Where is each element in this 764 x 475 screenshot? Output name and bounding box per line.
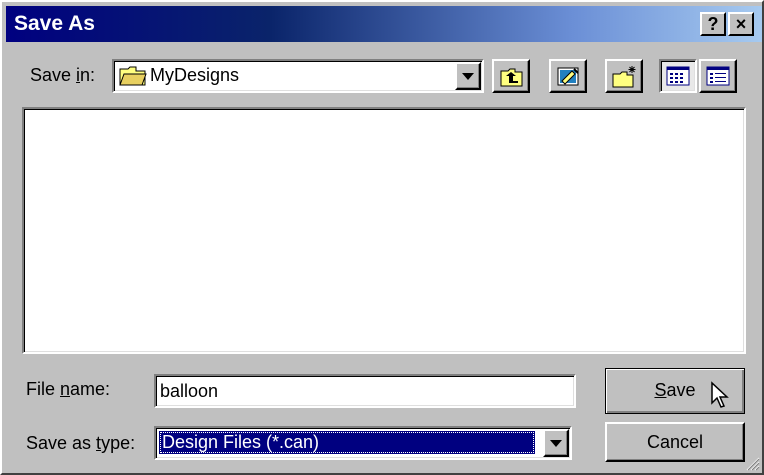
- go-to-desktop-icon: [557, 67, 579, 86]
- list-view-button[interactable]: [659, 59, 697, 93]
- close-icon: ×: [735, 14, 747, 34]
- save-as-type-label: Save as type:: [26, 433, 136, 453]
- file-name-value: balloon: [160, 381, 219, 401]
- create-new-folder-icon: [612, 66, 636, 88]
- save-in-value: MyDesigns: [150, 65, 240, 85]
- save-as-dialog: Save As ? × Save in: MyDesigns File name…: [0, 0, 764, 475]
- up-one-level-button[interactable]: [492, 59, 530, 93]
- save-as-type-dropdown-button[interactable]: [543, 429, 569, 457]
- save-in-dropdown-button[interactable]: [455, 62, 481, 90]
- save-as-type-dropdown[interactable]: Design Files (*.can): [154, 426, 572, 460]
- save-button[interactable]: Save: [605, 368, 745, 414]
- save-as-type-value: Design Files (*.can): [159, 431, 535, 454]
- save-in-label: Save in:: [30, 65, 96, 85]
- resize-grip-icon[interactable]: [744, 455, 760, 471]
- go-to-desktop-button[interactable]: [549, 59, 587, 93]
- up-one-level-icon: [500, 68, 523, 87]
- list-view-icon: [666, 66, 690, 86]
- save-in-dropdown[interactable]: MyDesigns: [112, 59, 484, 93]
- chevron-down-icon: [462, 73, 474, 80]
- details-view-button[interactable]: [699, 59, 737, 93]
- file-list[interactable]: [22, 107, 746, 354]
- file-name-label: File name:: [26, 379, 111, 399]
- file-name-input[interactable]: balloon: [154, 374, 576, 408]
- mouse-cursor-icon: [711, 381, 729, 408]
- cancel-label: Cancel: [646, 432, 704, 452]
- chevron-down-icon: [550, 440, 562, 447]
- title-bar[interactable]: Save As ? ×: [6, 6, 762, 42]
- folder-icon: [119, 66, 147, 86]
- help-button[interactable]: ?: [700, 12, 726, 36]
- cancel-button[interactable]: Cancel: [605, 422, 745, 462]
- window-title: Save As: [14, 12, 95, 35]
- close-button[interactable]: ×: [728, 12, 754, 36]
- help-icon: ?: [707, 14, 719, 34]
- create-new-folder-button[interactable]: [605, 59, 643, 93]
- details-view-icon: [706, 66, 730, 86]
